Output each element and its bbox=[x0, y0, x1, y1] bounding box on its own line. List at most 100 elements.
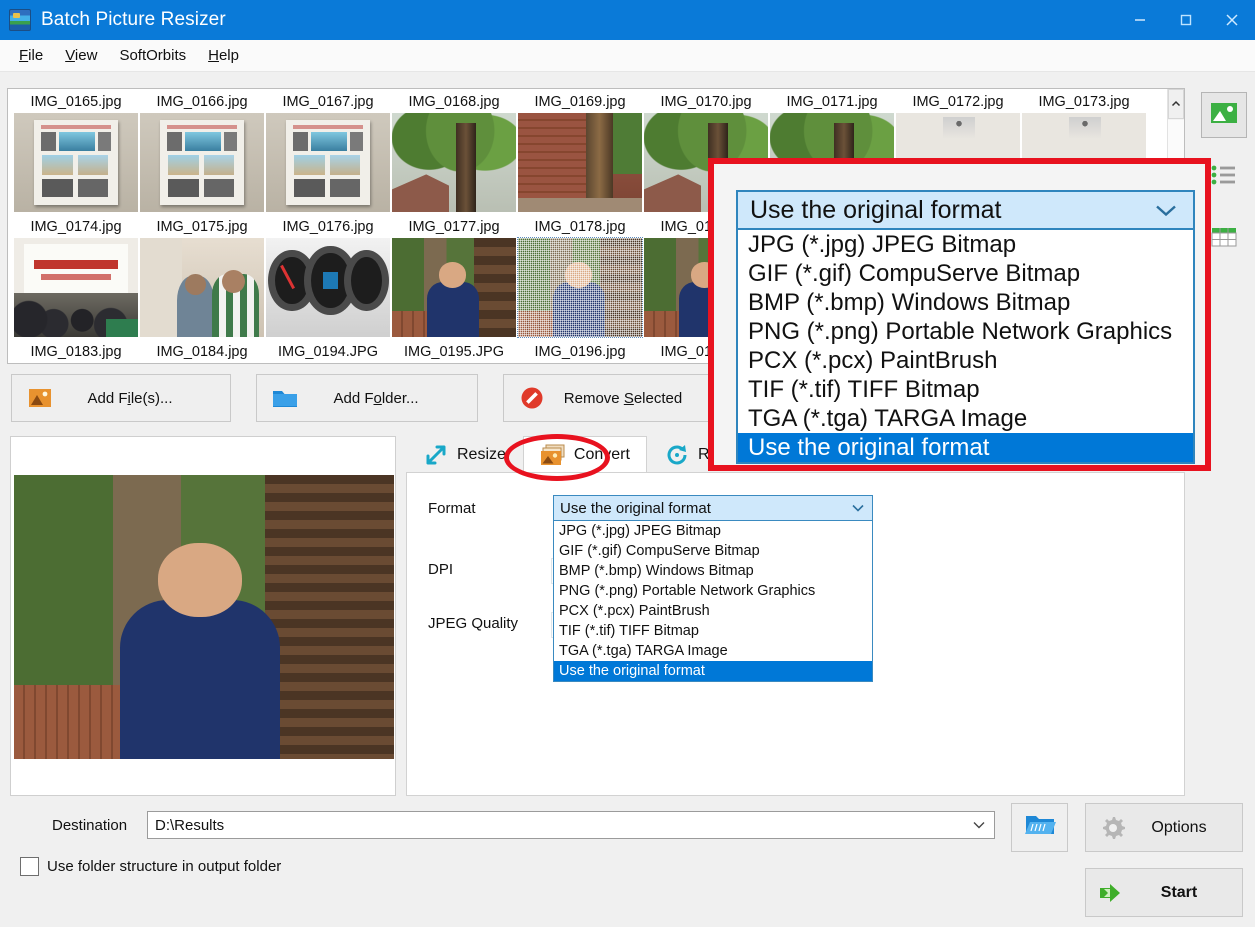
thumbnail-item[interactable]: IMG_0169.jpg bbox=[517, 92, 643, 217]
chevron-down-icon[interactable] bbox=[972, 817, 986, 834]
callout-combobox[interactable]: Use the original format JPG (*.jpg) JPEG… bbox=[736, 190, 1195, 464]
option-item[interactable]: Use the original format bbox=[554, 661, 872, 681]
menu-item-view[interactable]: View bbox=[54, 43, 108, 68]
remove-selected-label: Remove Selected bbox=[563, 389, 683, 407]
thumbnail-image bbox=[266, 363, 390, 364]
option-item[interactable]: TGA (*.tga) TARGA Image bbox=[738, 404, 1193, 433]
thumbnail-caption: IMG_0166.jpg bbox=[156, 94, 248, 110]
thumbnail-caption: IMG_0196.jpg bbox=[534, 344, 626, 360]
thumbnail-item[interactable]: IMG_0184.jpg bbox=[139, 342, 265, 364]
option-item[interactable]: GIF (*.gif) CompuServe Bitmap bbox=[554, 541, 872, 561]
thumbnail-image bbox=[14, 363, 138, 364]
file-action-buttons: Add File(s)... Add Folder... Remove Sele… bbox=[11, 374, 725, 422]
start-label: Start bbox=[1160, 883, 1198, 901]
thumbnail-item[interactable]: IMG_0174.jpg bbox=[13, 217, 139, 342]
format-combobox[interactable]: Use the original format JPG (*.jpg) JPEG… bbox=[553, 495, 873, 682]
folder-icon bbox=[271, 385, 299, 411]
menu-item-file[interactable]: File bbox=[8, 43, 54, 68]
thumbnail-caption: IMG_0194.JPG bbox=[278, 344, 378, 360]
thumbnail-image bbox=[517, 237, 643, 338]
thumbnail-item[interactable]: IMG_0175.jpg bbox=[139, 217, 265, 342]
thumbnail-item[interactable]: IMG_0196.jpg bbox=[517, 342, 643, 364]
remove-icon bbox=[518, 385, 546, 411]
options-button[interactable]: Options bbox=[1085, 803, 1243, 852]
thumbnail-item[interactable]: IMG_0195.JPG bbox=[391, 342, 517, 363]
thumbnail-item[interactable]: IMG_0183.jpg bbox=[13, 342, 139, 364]
green-arrow-icon bbox=[1096, 881, 1130, 905]
title-bar: Batch Picture Resizer bbox=[0, 0, 1255, 40]
thumbnail-item[interactable]: IMG_0176.jpg bbox=[265, 217, 391, 342]
tab-resize[interactable]: Resize bbox=[406, 436, 523, 472]
option-item[interactable]: BMP (*.bmp) Windows Bitmap bbox=[554, 561, 872, 581]
thumbnail-caption: IMG_0177.jpg bbox=[408, 219, 500, 235]
thumbnail-caption: IMG_0165.jpg bbox=[30, 94, 122, 110]
option-item[interactable]: TGA (*.tga) TARGA Image bbox=[554, 641, 872, 661]
thumbnail-item[interactable]: IMG_0167.jpg bbox=[265, 92, 391, 217]
thumbnail-caption: IMG_0169.jpg bbox=[534, 94, 626, 110]
format-combobox-value[interactable]: Use the original format bbox=[553, 495, 873, 521]
thumbnail-item[interactable]: IMG_0178.jpg bbox=[517, 217, 643, 342]
thumbnail-item[interactable]: IMG_0166.jpg bbox=[139, 92, 265, 217]
thumbnail-item[interactable]: IMG_0168.jpg bbox=[391, 92, 517, 217]
destination-input[interactable]: D:\Results bbox=[147, 811, 995, 839]
window-title: Batch Picture Resizer bbox=[41, 9, 226, 30]
option-item[interactable]: GIF (*.gif) CompuServe Bitmap bbox=[738, 259, 1193, 288]
thumbnail-view-button[interactable] bbox=[1201, 92, 1247, 138]
tab-convert[interactable]: Convert bbox=[522, 436, 647, 472]
minimize-icon[interactable] bbox=[1117, 0, 1163, 40]
option-item[interactable]: PCX (*.pcx) PaintBrush bbox=[738, 346, 1193, 375]
callout-option-list[interactable]: JPG (*.jpg) JPEG Bitmap GIF (*.gif) Compu… bbox=[736, 230, 1195, 464]
thumbnail-item[interactable]: IMG_0165.jpg bbox=[13, 92, 139, 217]
option-item[interactable]: TIF (*.tif) TIFF Bitmap bbox=[554, 621, 872, 641]
add-files-label: Add File(s)... bbox=[87, 389, 173, 407]
option-item[interactable]: Use the original format bbox=[738, 433, 1193, 462]
thumbnail-caption: IMG_0183.jpg bbox=[30, 344, 122, 360]
thumbnail-caption: IMG_0184.jpg bbox=[156, 344, 248, 360]
thumbnail-caption: IMG_0178.jpg bbox=[534, 219, 626, 235]
option-item[interactable]: PNG (*.png) Portable Network Graphics bbox=[554, 581, 872, 601]
option-item[interactable]: PNG (*.png) Portable Network Graphics bbox=[738, 317, 1193, 346]
thumbnail-caption: IMG_0171.jpg bbox=[786, 94, 878, 110]
option-item[interactable]: PCX (*.pcx) PaintBrush bbox=[554, 601, 872, 621]
thumbnail-image bbox=[140, 113, 264, 212]
option-item[interactable]: JPG (*.jpg) JPEG Bitmap bbox=[554, 521, 872, 541]
option-item[interactable]: TIF (*.tif) TIFF Bitmap bbox=[738, 375, 1193, 404]
destination-value: D:\Results bbox=[155, 816, 225, 834]
thumbnail-image bbox=[518, 363, 642, 364]
add-folder-label: Add Folder... bbox=[333, 389, 419, 407]
close-icon[interactable] bbox=[1209, 0, 1255, 40]
callout-combobox-value[interactable]: Use the original format bbox=[736, 190, 1195, 230]
thumbnail-image bbox=[518, 113, 642, 212]
thumbnail-item[interactable]: IMG_0177.jpg bbox=[391, 217, 517, 342]
menu-item-help[interactable]: Help bbox=[197, 43, 250, 68]
chevron-up-icon[interactable] bbox=[1168, 89, 1184, 119]
picture-grid-icon bbox=[1210, 101, 1238, 130]
format-option-list[interactable]: JPG (*.jpg) JPEG Bitmap GIF (*.gif) Compu… bbox=[553, 521, 873, 682]
option-item[interactable]: BMP (*.bmp) Windows Bitmap bbox=[738, 288, 1193, 317]
thumbnail-item[interactable]: IMG_0194.JPG bbox=[265, 342, 391, 364]
thumbnail-image bbox=[14, 113, 138, 212]
list-icon bbox=[1210, 163, 1238, 192]
add-folder-button[interactable]: Add Folder... bbox=[256, 374, 478, 422]
add-files-button[interactable]: Add File(s)... bbox=[11, 374, 231, 422]
thumbnail-caption: IMG_0172.jpg bbox=[912, 94, 1004, 110]
convert-pictures-icon bbox=[540, 443, 566, 467]
tab-resize-label: Resize bbox=[457, 445, 506, 463]
thumbnail-image bbox=[140, 238, 264, 337]
thumbnail-image bbox=[266, 113, 390, 212]
start-button[interactable]: Start bbox=[1085, 868, 1243, 917]
menu-item-softorbits[interactable]: SoftOrbits bbox=[108, 43, 197, 68]
callout-selected-text: Use the original format bbox=[750, 195, 1002, 224]
use-folder-structure-checkbox[interactable] bbox=[20, 857, 39, 876]
remove-selected-button[interactable]: Remove Selected bbox=[503, 374, 725, 422]
browse-destination-button[interactable] bbox=[1011, 803, 1068, 852]
tab-convert-label: Convert bbox=[573, 445, 630, 463]
use-folder-structure-label: Use folder structure in output folder bbox=[47, 858, 282, 875]
thumbnail-caption: IMG_0195.JPG bbox=[404, 344, 504, 360]
use-folder-structure-checkbox-row[interactable]: Use folder structure in output folder bbox=[20, 857, 281, 876]
maximize-icon[interactable] bbox=[1163, 0, 1209, 40]
thumbnail-caption: IMG_0173.jpg bbox=[1038, 94, 1130, 110]
option-item[interactable]: JPG (*.jpg) JPEG Bitmap bbox=[738, 230, 1193, 259]
format-label: Format bbox=[428, 500, 476, 517]
thumbnail-image bbox=[140, 363, 264, 364]
